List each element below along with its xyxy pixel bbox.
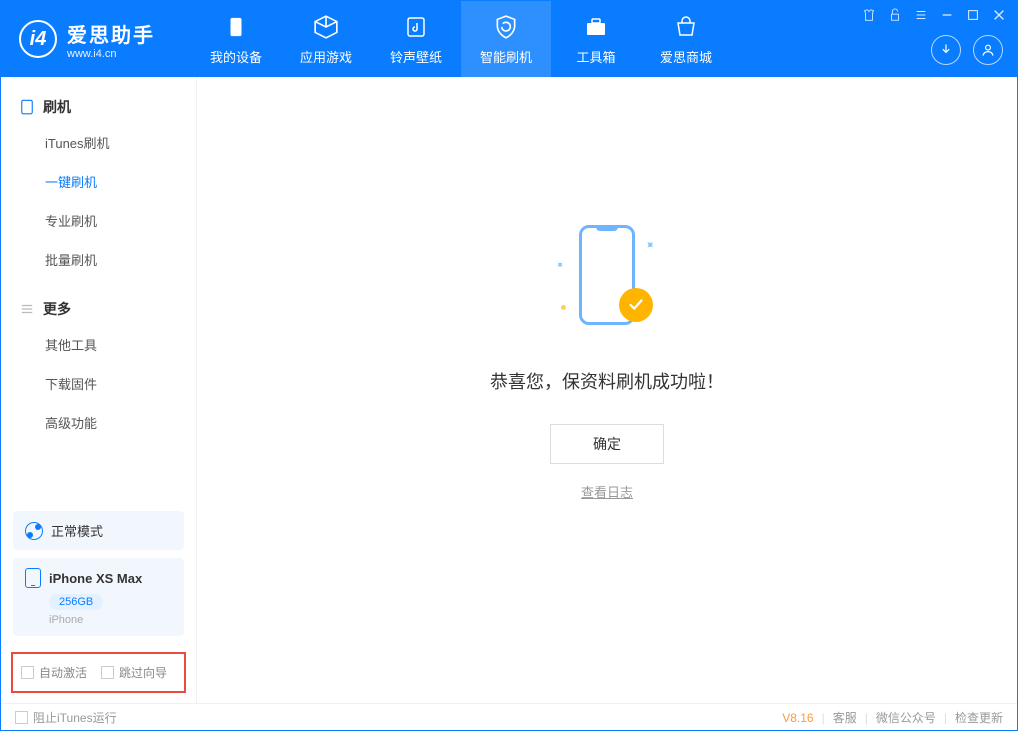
lock-icon[interactable] — [885, 7, 905, 23]
section-title: 更多 — [43, 299, 71, 319]
sidebar-item-itunes-flash[interactable]: iTunes刷机 — [1, 123, 196, 162]
device-capacity: 256GB — [49, 594, 103, 610]
app-subtitle: www.i4.cn — [67, 48, 155, 60]
music-icon — [402, 13, 430, 41]
section-title: 刷机 — [43, 97, 71, 117]
user-icon[interactable] — [973, 35, 1003, 65]
cube-icon — [312, 13, 340, 41]
device-type: iPhone — [49, 614, 172, 626]
sidebar-header-flash: 刷机 — [1, 91, 196, 123]
checkbox-box — [101, 666, 114, 679]
sidebar-item-other-tools[interactable]: 其他工具 — [1, 325, 196, 364]
view-log-link[interactable]: 查看日志 — [581, 482, 633, 501]
mode-icon — [25, 522, 43, 540]
footer-link-wechat[interactable]: 微信公众号 — [876, 709, 936, 726]
footer-link-support[interactable]: 客服 — [833, 709, 857, 726]
minimize-button[interactable] — [937, 7, 957, 23]
body-area: 刷机 iTunes刷机 一键刷机 专业刷机 批量刷机 更多 其他工具 下载固件 … — [1, 77, 1017, 703]
version-label: V8.16 — [782, 711, 813, 725]
store-icon — [672, 13, 700, 41]
footer-right: V8.16 | 客服 | 微信公众号 | 检查更新 — [782, 709, 1003, 726]
sidebar-section-flash: 刷机 iTunes刷机 一键刷机 专业刷机 批量刷机 — [1, 77, 196, 279]
close-button[interactable] — [989, 7, 1009, 23]
footer-link-update[interactable]: 检查更新 — [955, 709, 1003, 726]
device-box[interactable]: iPhone XS Max 256GB iPhone — [13, 558, 184, 636]
nav-tabs: 我的设备 应用游戏 铃声壁纸 智能刷机 工具箱 爱思商城 — [191, 1, 731, 77]
success-message: 恭喜您，保资料刷机成功啦！ — [490, 368, 724, 394]
sidebar-header-more: 更多 — [1, 293, 196, 325]
checkbox-label: 自动激活 — [39, 664, 87, 681]
footer: 阻止iTunes运行 V8.16 | 客服 | 微信公众号 | 检查更新 — [1, 703, 1017, 731]
sidebar: 刷机 iTunes刷机 一键刷机 专业刷机 批量刷机 更多 其他工具 下载固件 … — [1, 77, 197, 703]
nav-label: 我的设备 — [210, 47, 262, 66]
sidebar-item-batch-flash[interactable]: 批量刷机 — [1, 240, 196, 279]
toolbox-icon — [582, 13, 610, 41]
logo-text: 爱思助手 www.i4.cn — [67, 19, 155, 60]
device-row: iPhone XS Max — [25, 568, 172, 588]
app-header: i4 爱思助手 www.i4.cn 我的设备 应用游戏 铃声壁纸 智能刷机 工具… — [1, 1, 1017, 77]
sidebar-item-oneclick-flash[interactable]: 一键刷机 — [1, 162, 196, 201]
maximize-button[interactable] — [963, 7, 983, 23]
nav-tab-ringtone[interactable]: 铃声壁纸 — [371, 1, 461, 77]
dot-icon — [561, 305, 566, 310]
refresh-shield-icon — [492, 13, 520, 41]
sparkle-icon: ✦ — [552, 258, 566, 272]
device-name: iPhone XS Max — [49, 571, 142, 586]
nav-tab-device[interactable]: 我的设备 — [191, 1, 281, 77]
checkbox-label: 阻止iTunes运行 — [33, 709, 117, 726]
phone-icon — [19, 99, 35, 115]
checkbox-box — [15, 711, 28, 724]
mode-box[interactable]: 正常模式 — [13, 511, 184, 550]
device-phone-icon — [25, 568, 41, 588]
list-icon — [19, 301, 35, 317]
nav-tab-apps[interactable]: 应用游戏 — [281, 1, 371, 77]
header-right-icons — [931, 35, 1003, 65]
sparkle-icon: ✦ — [641, 236, 658, 253]
nav-label: 工具箱 — [576, 47, 615, 66]
app-title: 爱思助手 — [67, 19, 155, 48]
checkbox-box — [21, 666, 34, 679]
sidebar-section-more: 更多 其他工具 下载固件 高级功能 — [1, 279, 196, 442]
ok-button[interactable]: 确定 — [550, 424, 664, 464]
checkmark-badge-icon — [619, 288, 653, 322]
window-controls — [859, 7, 1009, 23]
sidebar-item-pro-flash[interactable]: 专业刷机 — [1, 201, 196, 240]
sidebar-item-advanced[interactable]: 高级功能 — [1, 403, 196, 442]
nav-label: 铃声壁纸 — [390, 47, 442, 66]
menu-icon[interactable] — [911, 7, 931, 23]
main-content: ✦ ✦ 恭喜您，保资料刷机成功啦！ 确定 查看日志 — [197, 77, 1017, 703]
highlighted-checkbox-row: 自动激活 跳过向导 — [11, 652, 186, 693]
nav-label: 智能刷机 — [480, 47, 532, 66]
device-icon — [222, 13, 250, 41]
checkbox-label: 跳过向导 — [119, 664, 167, 681]
nav-tab-store[interactable]: 爱思商城 — [641, 1, 731, 77]
sidebar-item-download-firmware[interactable]: 下载固件 — [1, 364, 196, 403]
checkbox-block-itunes[interactable]: 阻止iTunes运行 — [15, 709, 117, 726]
mode-label: 正常模式 — [51, 521, 103, 540]
download-icon[interactable] — [931, 35, 961, 65]
shirt-icon[interactable] — [859, 7, 879, 23]
logo-icon: i4 — [19, 20, 57, 58]
checkbox-skip-guide[interactable]: 跳过向导 — [101, 664, 167, 681]
checkbox-auto-activate[interactable]: 自动激活 — [21, 664, 87, 681]
nav-label: 应用游戏 — [300, 47, 352, 66]
nav-tab-flash[interactable]: 智能刷机 — [461, 1, 551, 77]
nav-tab-toolbox[interactable]: 工具箱 — [551, 1, 641, 77]
logo-area: i4 爱思助手 www.i4.cn — [1, 19, 173, 60]
success-illustration: ✦ ✦ — [547, 220, 667, 340]
nav-label: 爱思商城 — [660, 47, 712, 66]
